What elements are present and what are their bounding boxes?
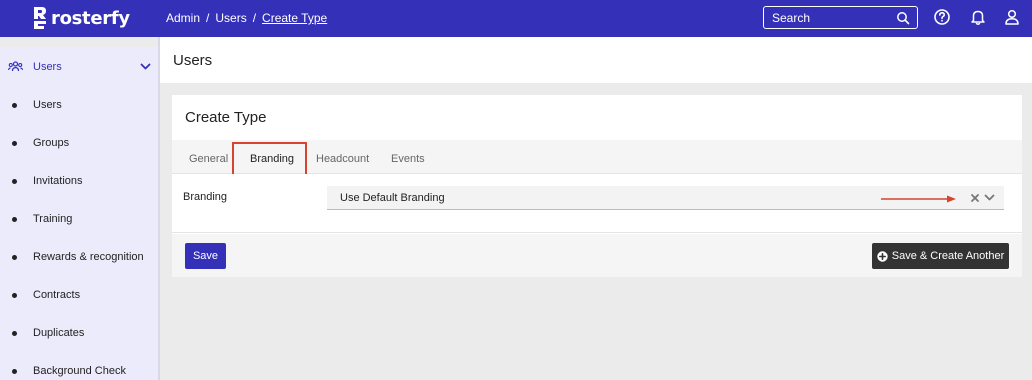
top-navigation-bar: rosterfy Admin / Users / Create Type xyxy=(0,0,1032,37)
bullet-icon xyxy=(12,255,17,260)
bullet-icon xyxy=(12,141,17,146)
bullet-icon xyxy=(12,217,17,222)
logo-text: rosterfy xyxy=(51,7,130,29)
breadcrumb-admin[interactable]: Admin xyxy=(166,11,200,25)
sidebar-item-contracts[interactable]: Contracts xyxy=(0,283,158,307)
sidebar-item-invitations[interactable]: Invitations xyxy=(0,169,158,193)
search-input[interactable] xyxy=(772,10,892,26)
rosterfy-logo[interactable]: rosterfy xyxy=(32,6,130,30)
breadcrumb: Admin / Users / Create Type xyxy=(166,11,327,25)
branding-select-value: Use Default Branding xyxy=(340,192,445,204)
plus-circle-icon xyxy=(877,250,888,262)
page-title: Users xyxy=(173,52,213,69)
sidebar-item-duplicates[interactable]: Duplicates xyxy=(0,321,158,345)
search-box[interactable] xyxy=(763,6,918,29)
sidebar-item-users[interactable]: Users xyxy=(0,93,158,117)
tab-events[interactable]: Events xyxy=(391,153,425,165)
tab-headcount[interactable]: Headcount xyxy=(316,153,369,165)
sidebar-item-label: Invitations xyxy=(33,175,83,187)
bullet-icon xyxy=(12,179,17,184)
bullet-icon xyxy=(12,293,17,298)
sidebar-item-label: Duplicates xyxy=(33,327,85,339)
bell-icon[interactable] xyxy=(969,8,987,26)
breadcrumb-users[interactable]: Users xyxy=(215,11,246,25)
chevron-down-icon[interactable] xyxy=(984,193,995,202)
sidebar-item-training[interactable]: Training xyxy=(0,207,158,231)
breadcrumb-separator: / xyxy=(206,11,210,25)
save-create-another-button[interactable]: Save & Create Another xyxy=(872,243,1009,269)
form-title: Create Type xyxy=(185,109,267,126)
save-create-another-label: Save & Create Another xyxy=(891,250,1005,262)
bullet-icon xyxy=(12,331,17,336)
users-group-icon xyxy=(8,61,23,72)
sidebar-item-label: Training xyxy=(33,213,73,225)
branding-select[interactable]: Use Default Branding xyxy=(327,186,1004,210)
chevron-down-icon[interactable] xyxy=(140,62,151,71)
branding-field-row: Branding Use Default Branding xyxy=(172,174,1022,233)
clear-icon[interactable] xyxy=(970,193,980,203)
sidebar-section-label: Users xyxy=(33,61,62,73)
sidebar-section-users[interactable]: Users xyxy=(0,47,158,87)
form-footer: Save Save & Create Another xyxy=(172,234,1022,277)
breadcrumb-create-type[interactable]: Create Type xyxy=(262,11,327,25)
sidebar-item-groups[interactable]: Groups xyxy=(0,131,158,155)
highlight-box xyxy=(232,142,307,177)
breadcrumb-separator: / xyxy=(252,11,257,25)
sidebar-item-background-check[interactable]: Background Check xyxy=(0,359,158,380)
sidebar-divider xyxy=(158,37,160,380)
sidebar-item-label: Groups xyxy=(33,137,70,149)
user-icon[interactable] xyxy=(1003,8,1021,26)
sidebar: Users Users Groups Invitations Training … xyxy=(0,47,158,380)
logo-mark-icon xyxy=(34,7,46,29)
branding-field-label: Branding xyxy=(183,191,228,203)
search-icon[interactable] xyxy=(896,11,910,25)
sidebar-item-label: Background Check xyxy=(33,365,126,377)
annotation-arrow-icon xyxy=(881,195,956,203)
sidebar-item-label: Contracts xyxy=(33,289,81,301)
create-type-card: Create Type General Branding Headcount E… xyxy=(172,95,1022,277)
save-button[interactable]: Save xyxy=(185,243,226,269)
sidebar-item-label: Users xyxy=(33,99,62,111)
sidebar-item-label: Rewards & recognition xyxy=(33,251,144,263)
bullet-icon xyxy=(12,103,17,108)
page-header: Users xyxy=(160,37,1032,83)
bullet-icon xyxy=(12,369,17,374)
sidebar-item-rewards[interactable]: Rewards & recognition xyxy=(0,245,158,269)
help-icon[interactable] xyxy=(933,8,951,26)
tab-general[interactable]: General xyxy=(189,153,228,165)
